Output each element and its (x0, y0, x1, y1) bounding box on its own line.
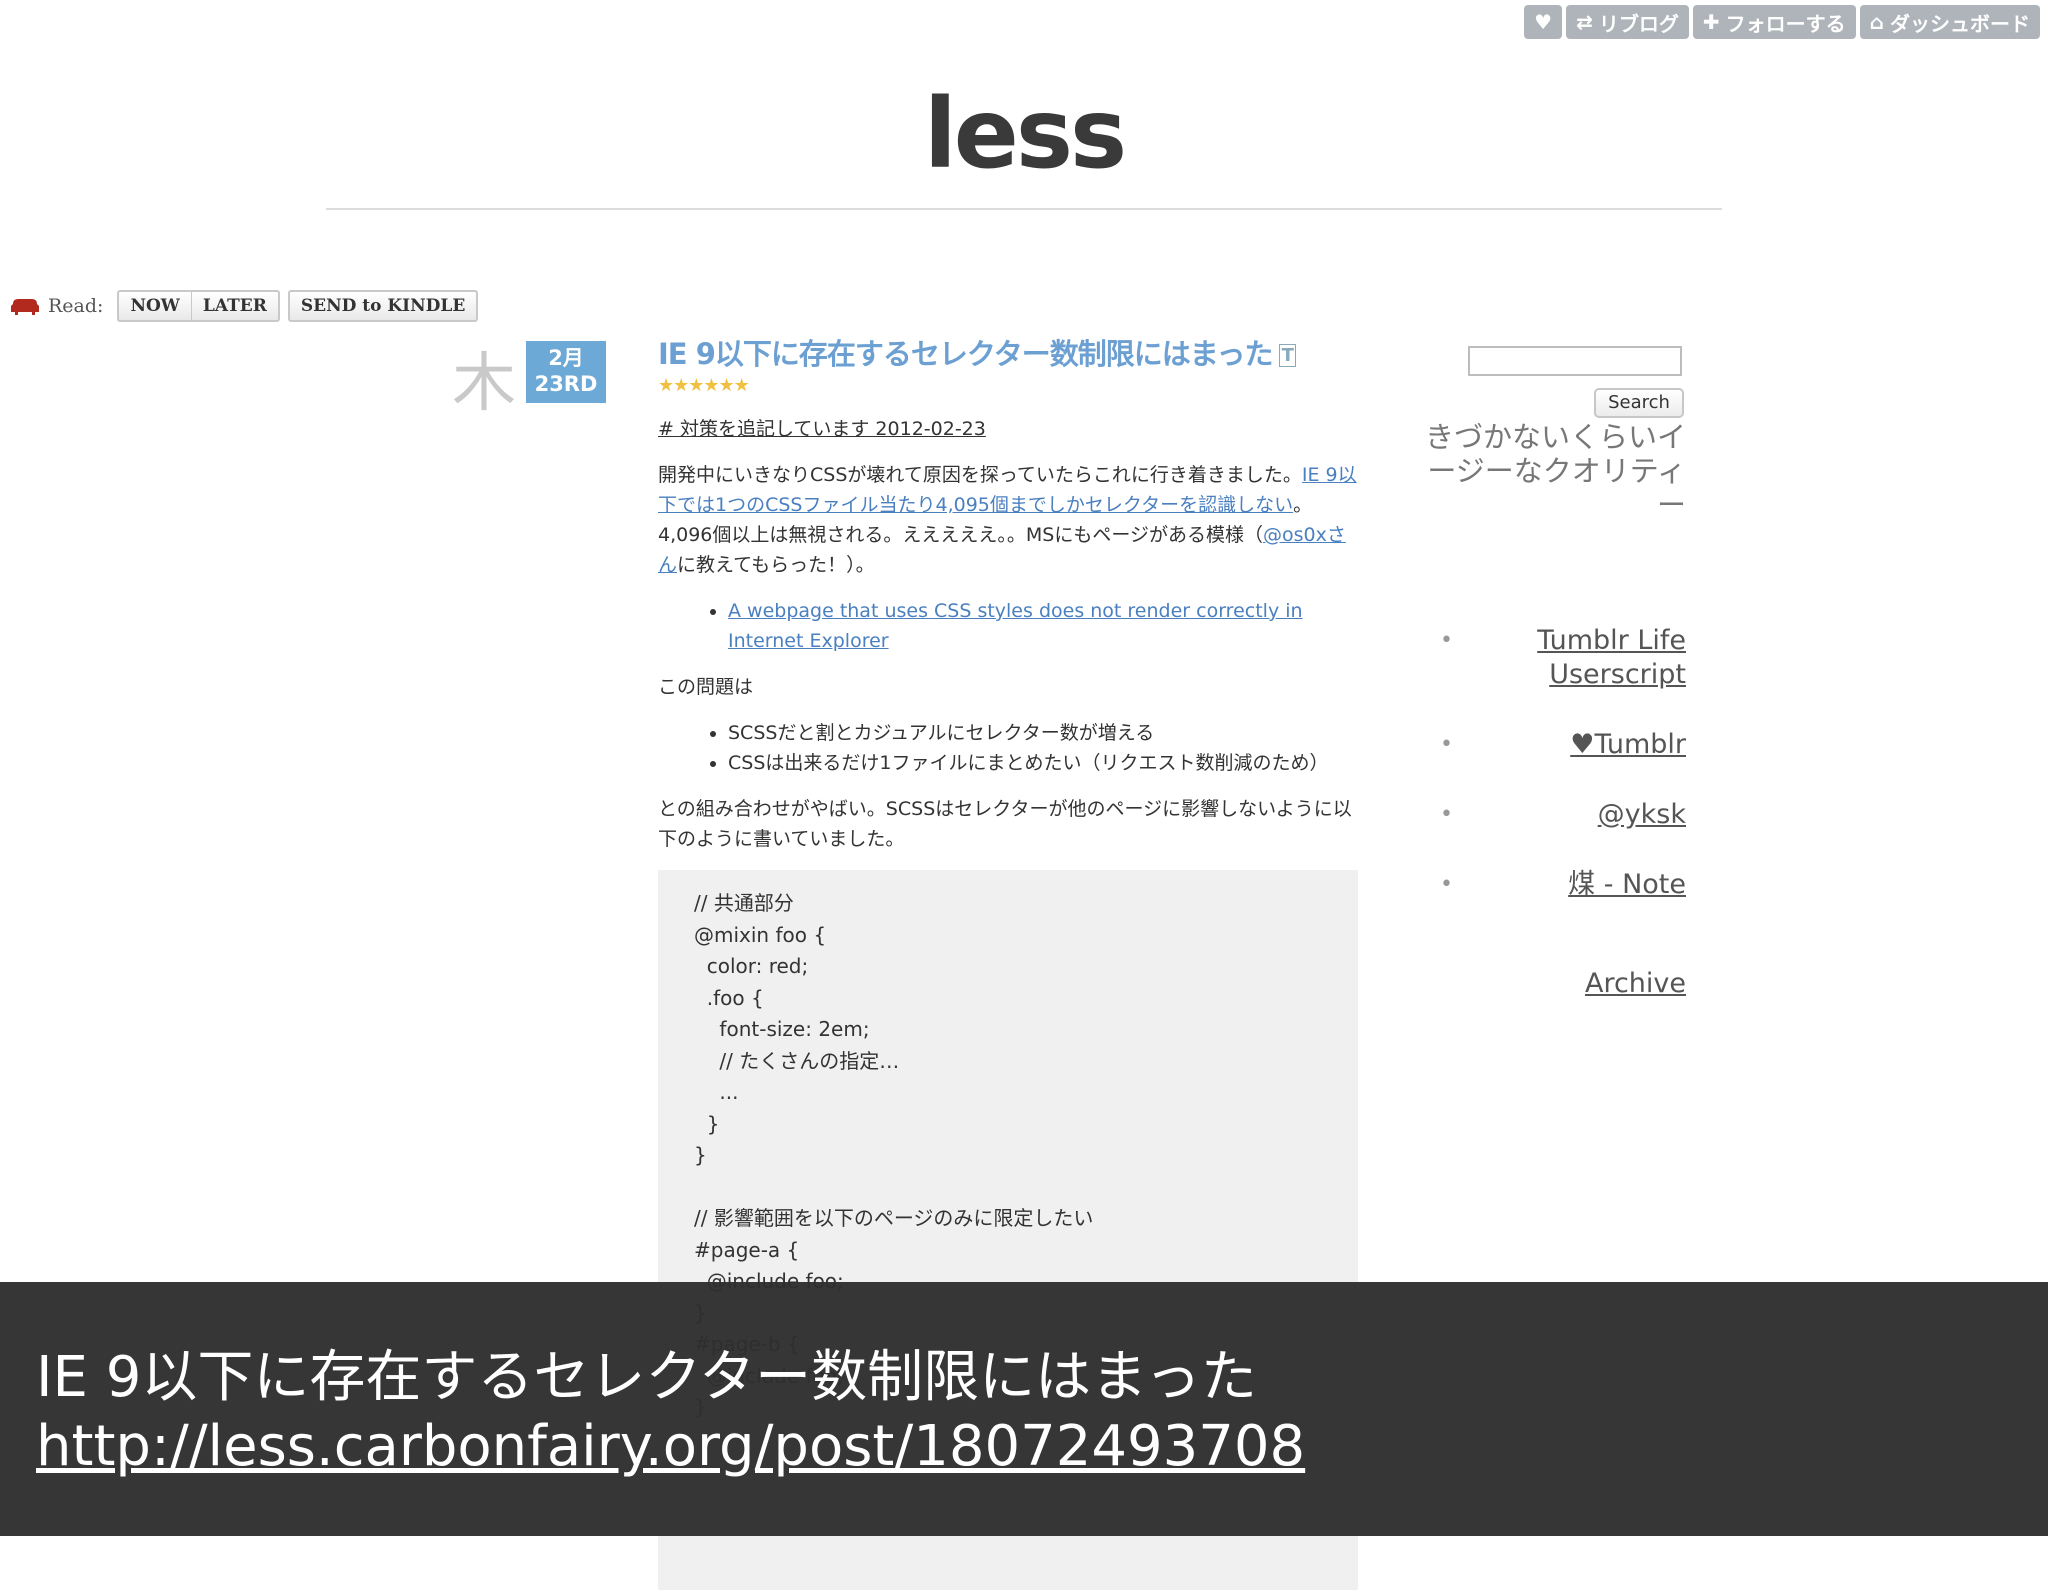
caption-url[interactable]: http://less.carbonfairy.org/post/1807249… (36, 1414, 1305, 1479)
sidebar-link-item: @yksk (1440, 798, 1686, 832)
title-divider (326, 208, 1722, 210)
plus-icon: ✚ (1702, 10, 1720, 34)
read-later-button[interactable]: LATER (190, 292, 278, 320)
heart-icon: ♥ (1534, 10, 1553, 34)
tumblr-link[interactable]: ♥Tumblr (1570, 729, 1686, 760)
yksk-link[interactable]: @yksk (1598, 799, 1686, 830)
problem-list: SCSSだと割とカジュアルにセレクター数が増える CSSは出来るだけ1ファイルに… (658, 718, 1358, 778)
list-item: CSSは出来るだけ1ファイルにまとめたい（リクエスト数削減のため） (728, 748, 1358, 778)
list-item: A webpage that uses CSS styles does not … (728, 596, 1358, 656)
sidebar-link-item: 煤 - Note (1440, 868, 1686, 902)
reference-list: A webpage that uses CSS styles does not … (658, 596, 1358, 656)
reblog-button[interactable]: ⇄ リブログ (1566, 5, 1689, 39)
post-paragraph-1: 開発中にいきなりCSSが壊れて原因を探っていたらこれに行き着きました。IE 9以… (658, 464, 1357, 576)
note-link[interactable]: 煤 - Note (1568, 869, 1686, 900)
sidebar-link-item: Tumblr Life Userscript (1440, 624, 1686, 692)
post-paragraph-2: この問題は (658, 676, 754, 698)
like-button[interactable]: ♥ (1524, 5, 1563, 39)
caption-overlay: IE 9以下に存在するセレクター数制限にはまった http://less.car… (0, 1282, 2048, 1536)
blog-title[interactable]: less (0, 78, 2048, 190)
sidebar-link-item: ♥Tumblr (1440, 728, 1686, 762)
search-button[interactable]: Search (1594, 388, 1684, 418)
text-post-icon: T (1278, 344, 1296, 367)
post-month: 2月 (548, 346, 584, 370)
tumblr-controls: ♥ ⇄ リブログ ✚ フォローする ⌂ ダッシュボード (1524, 5, 2040, 39)
post-paragraph-3: との組み合わせがやばい。SCSSはセレクターが他のページに影響しないように以下の… (658, 798, 1352, 850)
send-to-kindle-button[interactable]: SEND to KINDLE (290, 292, 476, 320)
search-input[interactable] (1468, 346, 1682, 376)
sofa-icon (11, 299, 39, 315)
dashboard-button[interactable]: ⌂ ダッシュボード (1859, 5, 2040, 39)
post-day: 23RD (534, 372, 598, 396)
sidebar-links: Tumblr Life Userscript ♥Tumblr @yksk 煤 -… (1440, 624, 1686, 938)
blog-description: きづかないくらいイージーなクオリティー (1424, 420, 1686, 522)
update-note-link[interactable]: # 対策を追記しています 2012-02-23 (658, 418, 986, 440)
reblog-icon: ⇄ (1576, 10, 1593, 34)
caption-title: IE 9以下に存在するセレクター数制限にはまった (36, 1345, 1257, 1410)
post-title[interactable]: IE 9以下に存在するセレクター数制限にはまった T (658, 334, 1358, 376)
ms-support-link[interactable]: A webpage that uses CSS styles does not … (728, 600, 1303, 652)
archive-link[interactable]: Archive (1440, 968, 1686, 999)
read-now-later-group: NOW LATER (117, 290, 280, 322)
read-now-button[interactable]: NOW (119, 292, 190, 320)
follow-button[interactable]: ✚ フォローする (1692, 5, 1856, 39)
read-label: Read: (48, 295, 104, 317)
read-bar: Read: NOW LATER SEND to KINDLE (10, 290, 479, 322)
home-icon: ⌂ (1869, 10, 1884, 34)
post-date-badge: 2月 23RD (526, 341, 606, 403)
post-day-of-week: 木 (452, 347, 516, 421)
tumblr-life-userscript-link[interactable]: Tumblr Life Userscript (1537, 625, 1686, 690)
rating-stars: ★★★★★★ (658, 375, 750, 396)
list-item: SCSSだと割とカジュアルにセレクター数が増える (728, 718, 1358, 748)
send-to-kindle-group: SEND to KINDLE (287, 290, 479, 322)
